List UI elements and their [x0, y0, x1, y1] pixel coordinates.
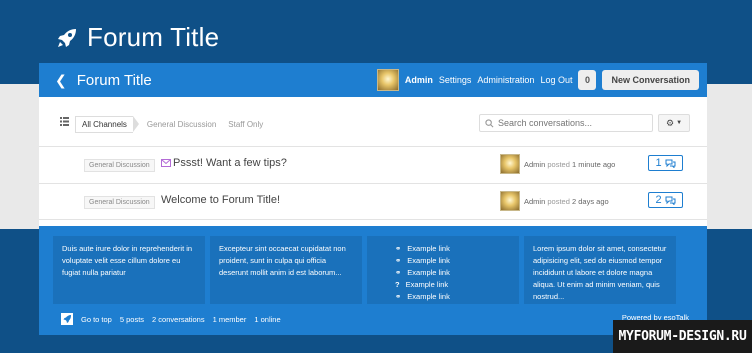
link-icon: ⚭	[395, 268, 402, 277]
posts-count: 5 posts	[119, 314, 145, 324]
post-time: 2 days ago	[571, 197, 609, 206]
footer-text-block: Excepteur sint occaecat cupidatat non pr…	[210, 236, 362, 304]
footer-link-label[interactable]: Example link	[407, 267, 450, 279]
question-icon: ?	[395, 280, 400, 289]
footer-link-label[interactable]: Example link	[406, 279, 449, 291]
back-chevron-icon[interactable]: ❮	[55, 72, 67, 89]
post-time: 1 minute ago	[571, 160, 616, 169]
footer-link-label[interactable]: Example link	[407, 291, 450, 303]
options-button[interactable]: ⚙ ▼	[658, 114, 690, 132]
logout-link[interactable]: Log Out	[540, 75, 572, 85]
notifications-button[interactable]: 0	[578, 70, 597, 90]
footer-text-block: Duis aute irure dolor in reprehenderit i…	[53, 236, 205, 304]
reply-count-button[interactable]: 2	[648, 192, 683, 208]
channel-tag[interactable]: General Discussion	[84, 159, 155, 172]
conversation-meta: Admin posted 1 minute ago	[524, 160, 615, 169]
footer-link-label[interactable]: Example link	[407, 255, 450, 267]
toolbar: All Channels General Discussion Staff On…	[39, 113, 707, 133]
watermark: MYFORUM-DESIGN.RU	[613, 320, 752, 353]
avatar[interactable]	[500, 154, 520, 174]
new-conversation-button[interactable]: New Conversation	[602, 70, 699, 90]
link-icon: ⚭	[395, 292, 402, 301]
avatar[interactable]	[500, 191, 520, 211]
conversation-row[interactable]: General Discussion Welcome to Forum Titl…	[39, 183, 707, 220]
list-icon[interactable]	[60, 117, 69, 126]
user-area: Admin Settings Administration Log Out 0 …	[376, 69, 699, 91]
footer-stats: Go to top 5 posts 2 conversations 1 memb…	[61, 313, 281, 325]
comments-icon	[665, 159, 676, 168]
site-header[interactable]: Forum Title	[55, 22, 219, 53]
footer-text-block: Lorem ipsum dolor sit amet, consectetur …	[524, 236, 676, 304]
main-container: ❮ Forum Title Admin Settings Administrat…	[39, 63, 707, 335]
author-link[interactable]: Admin	[524, 160, 545, 169]
gear-icon: ⚙	[665, 117, 675, 128]
conversation-title[interactable]: Welcome to Forum Title!	[161, 194, 280, 206]
footer-links: ⚭ Example link ⚭ Example link ⚭ Example …	[367, 236, 519, 304]
footer-link[interactable]: ⚭ Example link	[395, 267, 510, 279]
conversation-meta: Admin posted 2 days ago	[524, 197, 609, 206]
link-icon: ⚭	[395, 256, 402, 265]
channel-staff-only[interactable]: Staff Only	[222, 117, 269, 132]
settings-link[interactable]: Settings	[439, 75, 472, 85]
site-title[interactable]: Forum Title	[87, 22, 219, 53]
caret-down-icon: ▼	[676, 120, 683, 126]
author-link[interactable]: Admin	[524, 197, 545, 206]
search-icon	[485, 118, 494, 127]
online-count: 1 online	[254, 314, 281, 324]
conversation-row[interactable]: General Discussion Pssst! Want a few tip…	[39, 146, 707, 183]
administration-link[interactable]: Administration	[477, 75, 534, 85]
channel-general-discussion[interactable]: General Discussion	[141, 117, 222, 132]
link-icon: ⚭	[395, 244, 402, 253]
search-input[interactable]	[498, 118, 648, 128]
channel-all[interactable]: All Channels	[75, 116, 139, 133]
conversation-list: General Discussion Pssst! Want a few tip…	[39, 146, 707, 220]
footer: Duis aute irure dolor in reprehenderit i…	[39, 226, 707, 335]
reply-count: 1	[655, 157, 662, 169]
envelope-icon	[161, 159, 171, 167]
channel-tag[interactable]: General Discussion	[84, 196, 155, 209]
forum-title[interactable]: Forum Title	[77, 72, 152, 89]
go-to-top-link[interactable]: Go to top	[81, 315, 112, 324]
members-count: 1 member	[212, 314, 247, 324]
reply-count-button[interactable]: 1	[648, 155, 683, 171]
footer-link[interactable]: ? Example link	[395, 279, 510, 291]
avatar[interactable]	[376, 69, 399, 91]
user-name-link[interactable]: Admin	[405, 75, 433, 85]
conversations-count: 2 conversations	[152, 314, 205, 324]
footer-link[interactable]: ⚭ Example link	[395, 291, 510, 303]
search-box	[479, 114, 653, 132]
topbar: ❮ Forum Title Admin Settings Administrat…	[39, 63, 707, 97]
channel-list: All Channels General Discussion Staff On…	[75, 116, 269, 133]
posted-label: posted	[547, 160, 570, 169]
rocket-icon[interactable]	[61, 313, 73, 325]
footer-link[interactable]: ⚭ Example link	[395, 243, 510, 255]
comments-icon	[665, 196, 676, 205]
conversation-title[interactable]: Pssst! Want a few tips?	[173, 157, 287, 169]
posted-label: posted	[547, 197, 570, 206]
footer-link-label[interactable]: Example link	[407, 243, 450, 255]
rocket-icon	[58, 28, 76, 47]
footer-link[interactable]: ⚭ Example link	[395, 255, 510, 267]
reply-count: 2	[655, 194, 662, 206]
